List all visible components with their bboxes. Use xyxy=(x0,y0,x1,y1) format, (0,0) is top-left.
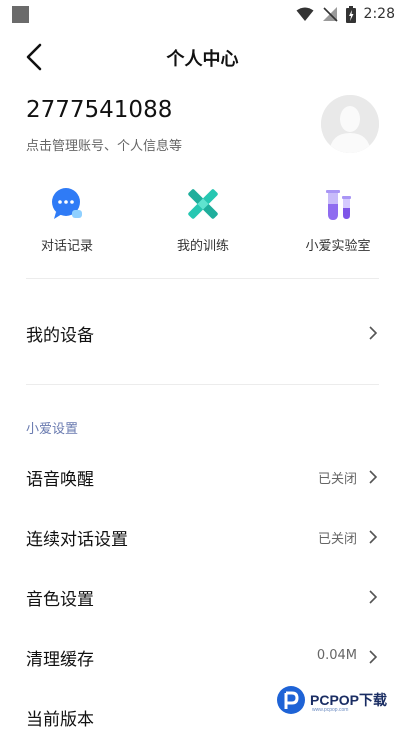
user-id[interactable]: 2777541088 xyxy=(26,97,172,123)
row-value: 已关闭 xyxy=(317,472,357,487)
row-value: 已关闭 xyxy=(317,532,357,547)
row-label: 连续对话设置 xyxy=(26,530,128,550)
row-value: 0.04M xyxy=(316,648,357,663)
status-time: 2:28 xyxy=(363,6,395,22)
row-continuous-dialog[interactable]: 连续对话设置 已关闭 xyxy=(0,517,405,557)
chevron-right-icon xyxy=(369,590,378,604)
lab-icon xyxy=(326,190,351,220)
divider xyxy=(26,384,379,385)
avatar-placeholder-icon xyxy=(321,95,379,153)
status-bar: 2:28 xyxy=(0,0,405,28)
battery-icon xyxy=(345,5,356,23)
watermark-sub: www.pcpop.com xyxy=(312,707,349,713)
feature-label: 对话记录 xyxy=(40,239,93,254)
avatar[interactable] xyxy=(321,95,379,153)
feature-label: 小爱实验室 xyxy=(305,239,371,254)
status-icons: 2:28 xyxy=(296,5,395,23)
section-title: 小爱设置 xyxy=(26,422,79,437)
row-label: 清理缓存 xyxy=(26,650,94,670)
row-clear-cache[interactable]: 清理缓存 0.04M xyxy=(0,637,405,677)
row-label: 当前版本 xyxy=(26,710,94,730)
pcpop-logo-icon xyxy=(277,686,305,714)
header: 个人中心 xyxy=(0,38,405,78)
feature-my-training[interactable]: 我的训练 xyxy=(148,184,258,254)
chat-icon xyxy=(52,188,82,219)
chevron-right-icon xyxy=(369,530,378,544)
no-signal-icon xyxy=(322,7,338,22)
training-icon xyxy=(188,189,218,219)
row-voice-tone[interactable]: 音色设置 xyxy=(0,577,405,617)
feature-label: 我的训练 xyxy=(176,239,229,254)
profile-subtitle[interactable]: 点击管理账号、个人信息等 xyxy=(26,135,182,154)
chevron-right-icon xyxy=(369,470,378,484)
watermark: PCPOP下载 www.pcpop.com xyxy=(276,682,401,718)
wifi-icon xyxy=(296,7,314,21)
notification-icon xyxy=(12,6,29,23)
page-title: 个人中心 xyxy=(166,49,239,70)
chevron-right-icon xyxy=(369,650,378,664)
row-my-devices[interactable]: 我的设备 xyxy=(0,313,405,353)
chevron-right-icon xyxy=(369,326,378,340)
row-label: 语音唤醒 xyxy=(26,470,94,490)
feature-chat-history[interactable]: 对话记录 xyxy=(12,184,122,254)
row-label: 我的设备 xyxy=(26,326,94,346)
row-voice-wakeup[interactable]: 语音唤醒 已关闭 xyxy=(0,457,405,497)
divider xyxy=(26,278,379,279)
feature-xiaoai-lab[interactable]: 小爱实验室 xyxy=(283,184,393,254)
row-label: 音色设置 xyxy=(26,590,94,610)
